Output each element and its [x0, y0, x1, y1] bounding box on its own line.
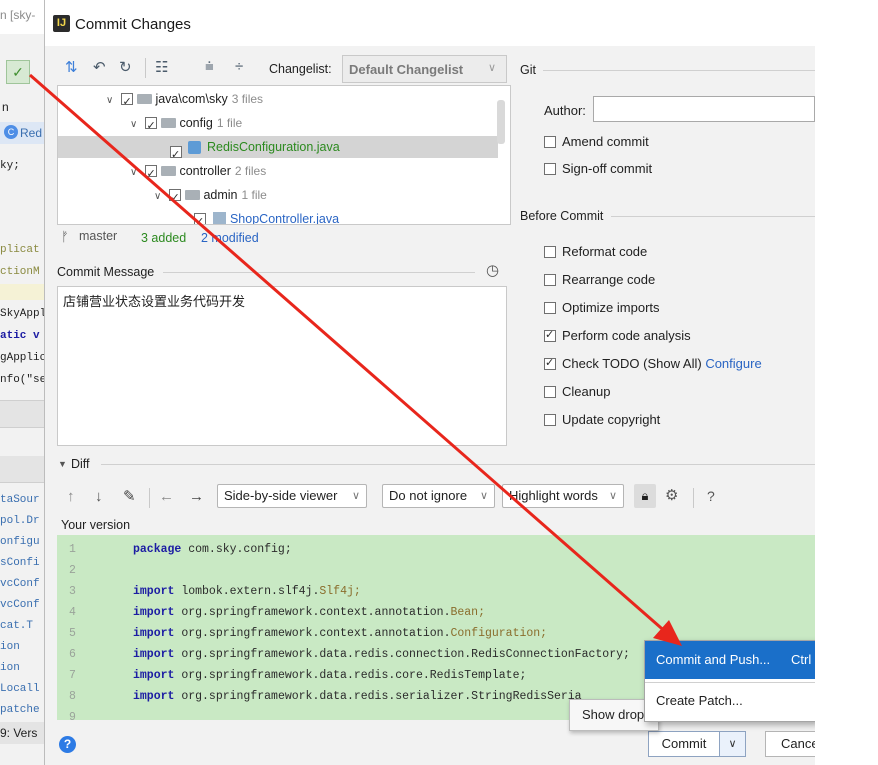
- annotation-arrow-overlay: [29, 73, 682, 646]
- annotation-arrow-line: [29, 73, 669, 636]
